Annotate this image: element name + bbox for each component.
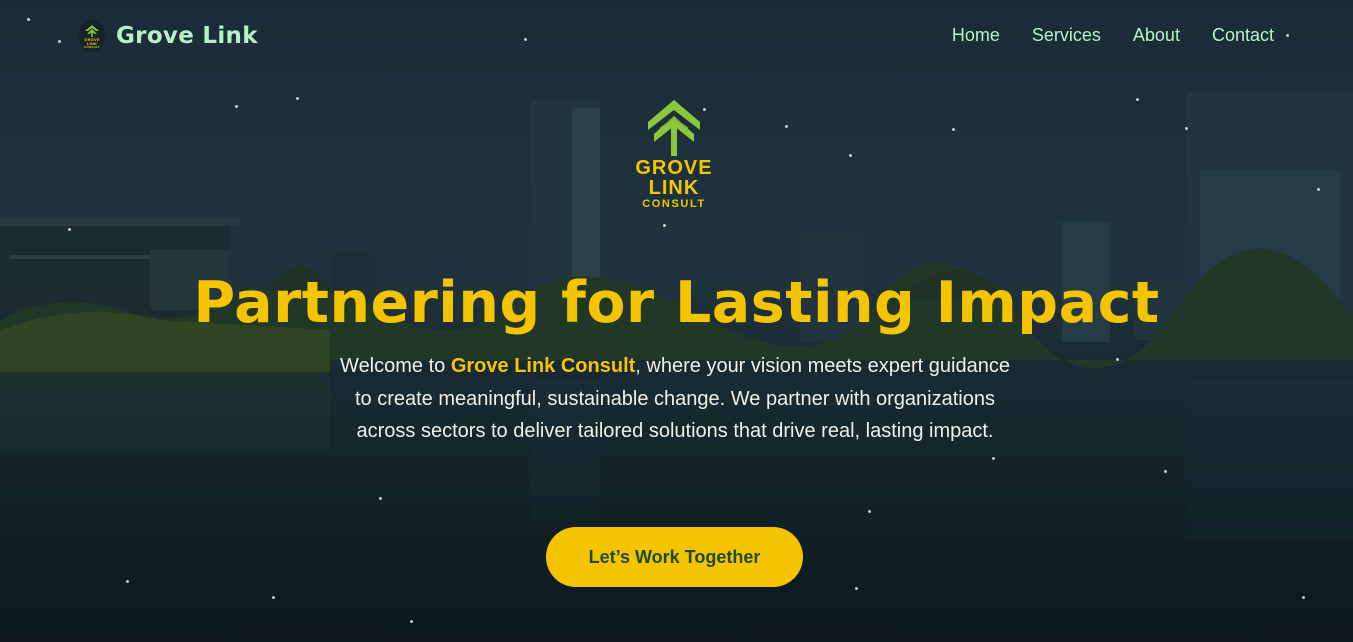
hero-logo-line2: LINK xyxy=(648,177,700,199)
star-particle xyxy=(1317,188,1320,191)
star-particle xyxy=(524,38,527,41)
star-particle xyxy=(1164,470,1167,473)
star-particle xyxy=(952,128,955,131)
star-particle xyxy=(1286,34,1289,37)
main-nav: Home Services About Contact xyxy=(952,25,1274,46)
lead-text: Welcome to xyxy=(340,355,451,377)
brand-link[interactable]: GROVE LINK CONSULT Grove Link xyxy=(78,20,258,52)
star-particle xyxy=(58,40,61,43)
nav-about[interactable]: About xyxy=(1133,25,1180,46)
star-particle xyxy=(992,457,995,460)
hero-headline: Partnering for Lasting Impact xyxy=(193,270,1160,336)
star-particle xyxy=(68,228,71,231)
star-particle xyxy=(126,580,129,583)
nav-contact[interactable]: Contact xyxy=(1212,25,1274,46)
star-particle xyxy=(663,224,666,227)
star-particle xyxy=(785,125,788,128)
work-together-button[interactable]: Let’s Work Together xyxy=(546,527,803,587)
nav-home[interactable]: Home xyxy=(952,25,1000,46)
brand-icon-text: CONSULT xyxy=(84,44,100,49)
star-particle xyxy=(27,18,30,21)
hero-lead: Welcome to Grove Link Consult, where you… xyxy=(340,350,1010,448)
star-particle xyxy=(1185,127,1188,130)
star-particle xyxy=(410,620,413,623)
star-particle xyxy=(1136,98,1139,101)
star-particle xyxy=(855,587,858,590)
star-particle xyxy=(272,596,275,599)
hero-logo: GROVE LINK CONSULT xyxy=(631,98,717,210)
star-particle xyxy=(849,154,852,157)
star-particle xyxy=(1116,358,1119,361)
hero-logo-line1: GROVE xyxy=(635,157,713,179)
hero-logo-line3: CONSULT xyxy=(642,198,706,210)
brand-name: Grove Link xyxy=(116,23,258,49)
star-particle xyxy=(1302,596,1305,599)
nav-services[interactable]: Services xyxy=(1032,25,1101,46)
star-particle xyxy=(379,497,382,500)
star-particle xyxy=(235,105,238,108)
star-particle xyxy=(296,97,299,100)
star-particle xyxy=(868,510,871,513)
tree-arrow-icon xyxy=(648,100,700,156)
grove-link-logo-icon: GROVE LINK CONSULT xyxy=(78,20,106,52)
lead-highlight: Grove Link Consult xyxy=(450,355,636,377)
tree-arrow-icon xyxy=(85,24,99,37)
